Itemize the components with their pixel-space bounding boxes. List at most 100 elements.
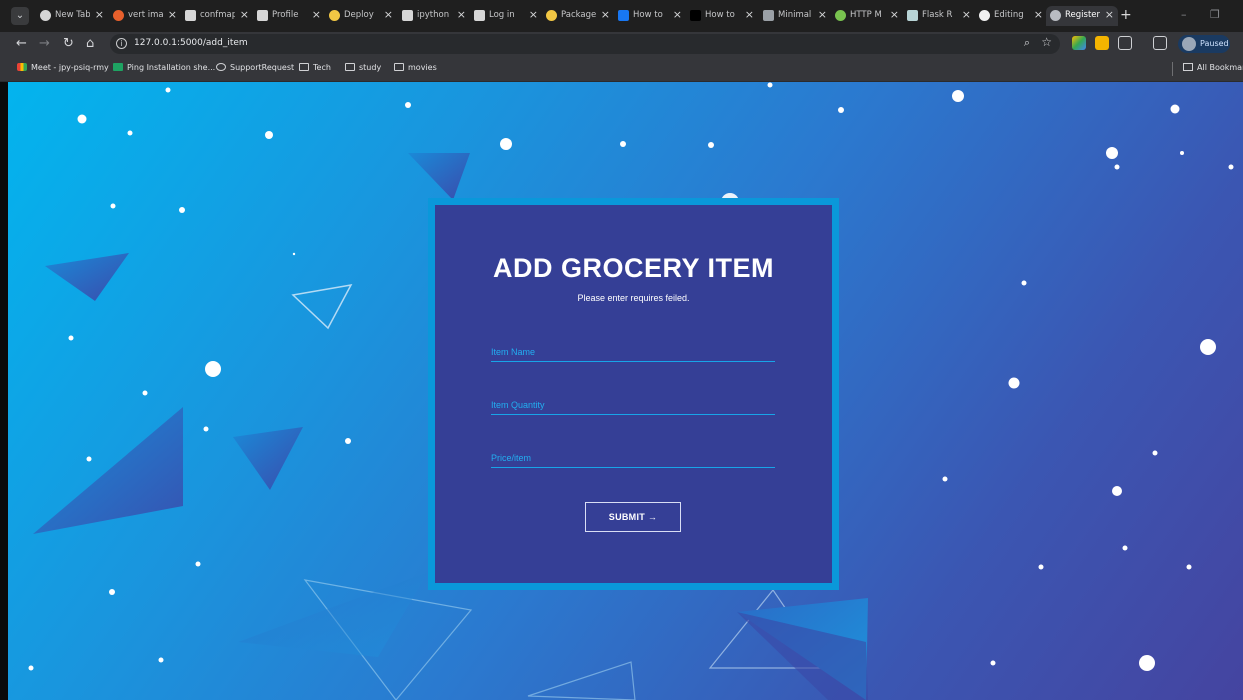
bookmark-label: movies [408,63,437,72]
close-icon[interactable]: × [745,8,754,21]
close-icon[interactable]: × [384,8,393,21]
address-url[interactable]: 127.0.0.1:5000/add_item [134,38,248,48]
tab-title: Profile [272,10,299,20]
tab-http-m[interactable]: HTTP M × [831,6,903,26]
bookmark-label: study [359,63,382,72]
drive-extension-icon[interactable] [1072,36,1086,50]
tab-register[interactable]: Register × [1046,6,1118,26]
tab-how-to-1[interactable]: How to × [614,6,686,26]
minimize-icon[interactable]: – [1181,8,1187,21]
new-tab-icon[interactable]: + [1120,7,1132,23]
bookmark-meet[interactable]: Meet - jpy-psiq-rmy [17,63,109,72]
close-icon[interactable]: × [529,8,538,21]
restore-icon[interactable]: ❐ [1210,8,1220,21]
close-icon[interactable]: × [601,8,610,21]
item-quantity-input[interactable] [491,390,775,415]
triangle-shape [233,427,303,490]
tab-minimal[interactable]: Minimal × [759,6,831,26]
price-item-input[interactable] [491,443,775,468]
close-icon[interactable]: × [95,8,104,21]
profile-status: Paused [1200,39,1229,48]
bookmark-label: Meet - jpy-psiq-rmy [31,63,109,72]
triangle-outline [291,284,353,330]
forward-icon[interactable]: → [39,36,50,52]
submit-label: SUBMIT [608,512,646,522]
document-icon [185,10,196,21]
python-icon [329,10,340,21]
browser-toolbar: ← → ↻ ⌂ i 127.0.0.1:5000/add_item ⌕ ☆ Pa… [0,32,1243,56]
triangle-outline [527,661,636,700]
bookmark-ping-installation[interactable]: Ping Installation she... [113,63,215,72]
tab-how-to-2[interactable]: How to × [686,6,758,26]
document-icon [257,10,268,21]
tab-title: ipython [417,10,450,20]
extensions-puzzle-icon[interactable] [1118,36,1132,50]
triangle-shape [45,253,129,301]
close-icon[interactable]: × [962,8,971,21]
close-icon[interactable]: × [457,8,466,21]
python-icon [546,10,557,21]
tab-deploy[interactable]: Deploy × [325,6,397,26]
bookmark-folder-movies[interactable]: movies [394,63,437,72]
address-bar[interactable]: i 127.0.0.1:5000/add_item ⌕ ☆ [110,34,1060,54]
all-bookmarks-button[interactable]: All Bookmarks [1183,63,1243,72]
bookmark-folder-tech[interactable]: Tech [299,63,331,72]
profile-button[interactable]: Paused [1178,35,1230,53]
arrow-right-icon: → [647,512,658,522]
bookmarks-divider [1172,62,1173,76]
form-subtitle: Please enter requires feiled. [577,293,690,303]
close-icon[interactable]: × [890,8,899,21]
folder-icon [345,63,355,71]
sheets-icon [113,63,123,71]
bookmark-label: Ping Installation she... [127,63,216,72]
tab-title: New Tab [55,10,90,20]
folder-icon [394,63,404,71]
tab-vert-image[interactable]: vert image × [109,6,181,26]
home-icon[interactable]: ⌂ [86,36,94,52]
tab-title: HTTP M [850,10,882,20]
close-icon[interactable]: × [673,8,682,21]
leaf-icon [835,10,846,21]
tab-profile[interactable]: Profile × [253,6,325,26]
tab-ipython[interactable]: ipython × [398,6,470,26]
tab-title: Log in [489,10,515,20]
bookmark-star-icon[interactable]: ☆ [1041,35,1052,49]
close-icon[interactable]: × [1034,8,1043,21]
item-name-input[interactable] [491,337,775,362]
keep-extension-icon[interactable] [1095,36,1109,50]
document-icon [474,10,485,21]
tab-flask[interactable]: Flask R × [903,6,975,26]
close-icon[interactable]: × [240,8,249,21]
site-info-icon[interactable]: i [116,38,127,49]
tab-log-in[interactable]: Log in × [470,6,542,26]
bookmark-folder-study[interactable]: study [345,63,381,72]
tab-title: Flask R [922,10,953,20]
folder-icon [1183,63,1193,71]
side-panel-icon[interactable] [1153,36,1167,50]
triangle-shape [408,153,470,200]
avatar [1182,37,1196,51]
document-icon [402,10,413,21]
zoom-icon[interactable]: ⌕ [1024,36,1030,50]
page-content: ADD GROCERY ITEM Please enter requires f… [8,82,1243,700]
submit-button[interactable]: SUBMIT → [585,502,681,532]
bookmark-supportrequest[interactable]: SupportRequest [216,63,294,72]
close-icon[interactable]: × [1105,8,1114,21]
back-icon[interactable]: ← [16,36,27,52]
tab-confmap[interactable]: confmap × [181,6,253,26]
close-icon[interactable]: × [818,8,827,21]
reload-icon[interactable]: ↻ [63,36,74,52]
close-icon[interactable]: × [168,8,177,21]
bookmarks-bar: Meet - jpy-psiq-rmy Ping Installation sh… [0,56,1243,82]
tab-title: Register [1065,10,1100,20]
tab-search-icon[interactable]: ⌄ [11,7,29,25]
folder-icon [299,63,309,71]
flask-icon [907,10,918,21]
grid-icon [763,10,774,21]
tab-package[interactable]: Package × [542,6,614,26]
tab-editing[interactable]: Editing × [975,6,1047,26]
close-icon[interactable]: × [312,8,321,21]
tab-title: How to [633,10,663,20]
add-item-card: ADD GROCERY ITEM Please enter requires f… [428,198,839,590]
tab-new-tab[interactable]: New Tab × [36,6,108,26]
